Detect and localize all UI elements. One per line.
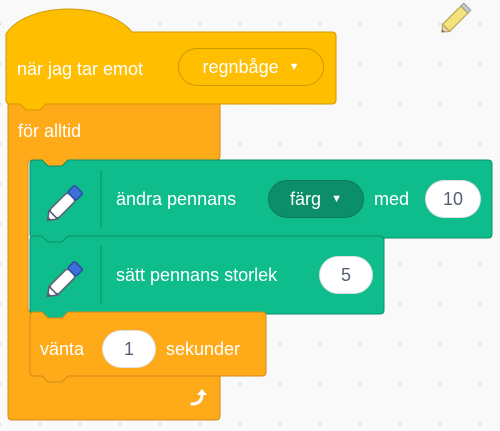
pen-color-value-input[interactable]: 10 <box>425 180 481 218</box>
pen-size-value-input[interactable]: 5 <box>319 256 373 294</box>
pencil-icon[interactable] <box>436 0 476 36</box>
pen-size-label: sätt pennans storlek <box>116 265 278 285</box>
pen-param-dropdown-value: färg <box>290 188 322 209</box>
wait-unit-label: sekunder <box>166 339 241 359</box>
change-pen-color-block[interactable] <box>29 159 493 245</box>
loop-arrow-icon <box>190 389 207 406</box>
pen-icon <box>46 185 83 222</box>
pen-color-label: ändra pennans <box>116 189 237 209</box>
pen-param-dropdown[interactable]: färg ▼ <box>268 180 364 218</box>
pen-icon <box>46 261 83 298</box>
chevron-down-icon: ▼ <box>331 192 342 205</box>
forever-block-label: för alltid <box>18 121 82 141</box>
chevron-down-icon: ▼ <box>288 60 300 73</box>
message-dropdown[interactable]: regnbåge ▼ <box>178 48 324 86</box>
pen-color-with-label: med <box>374 189 410 209</box>
wait-seconds-input[interactable]: 1 <box>102 330 156 368</box>
wait-label: vänta <box>40 339 85 359</box>
message-dropdown-value: regnbåge <box>202 56 279 77</box>
hat-block-label: när jag tar emot <box>17 59 144 79</box>
